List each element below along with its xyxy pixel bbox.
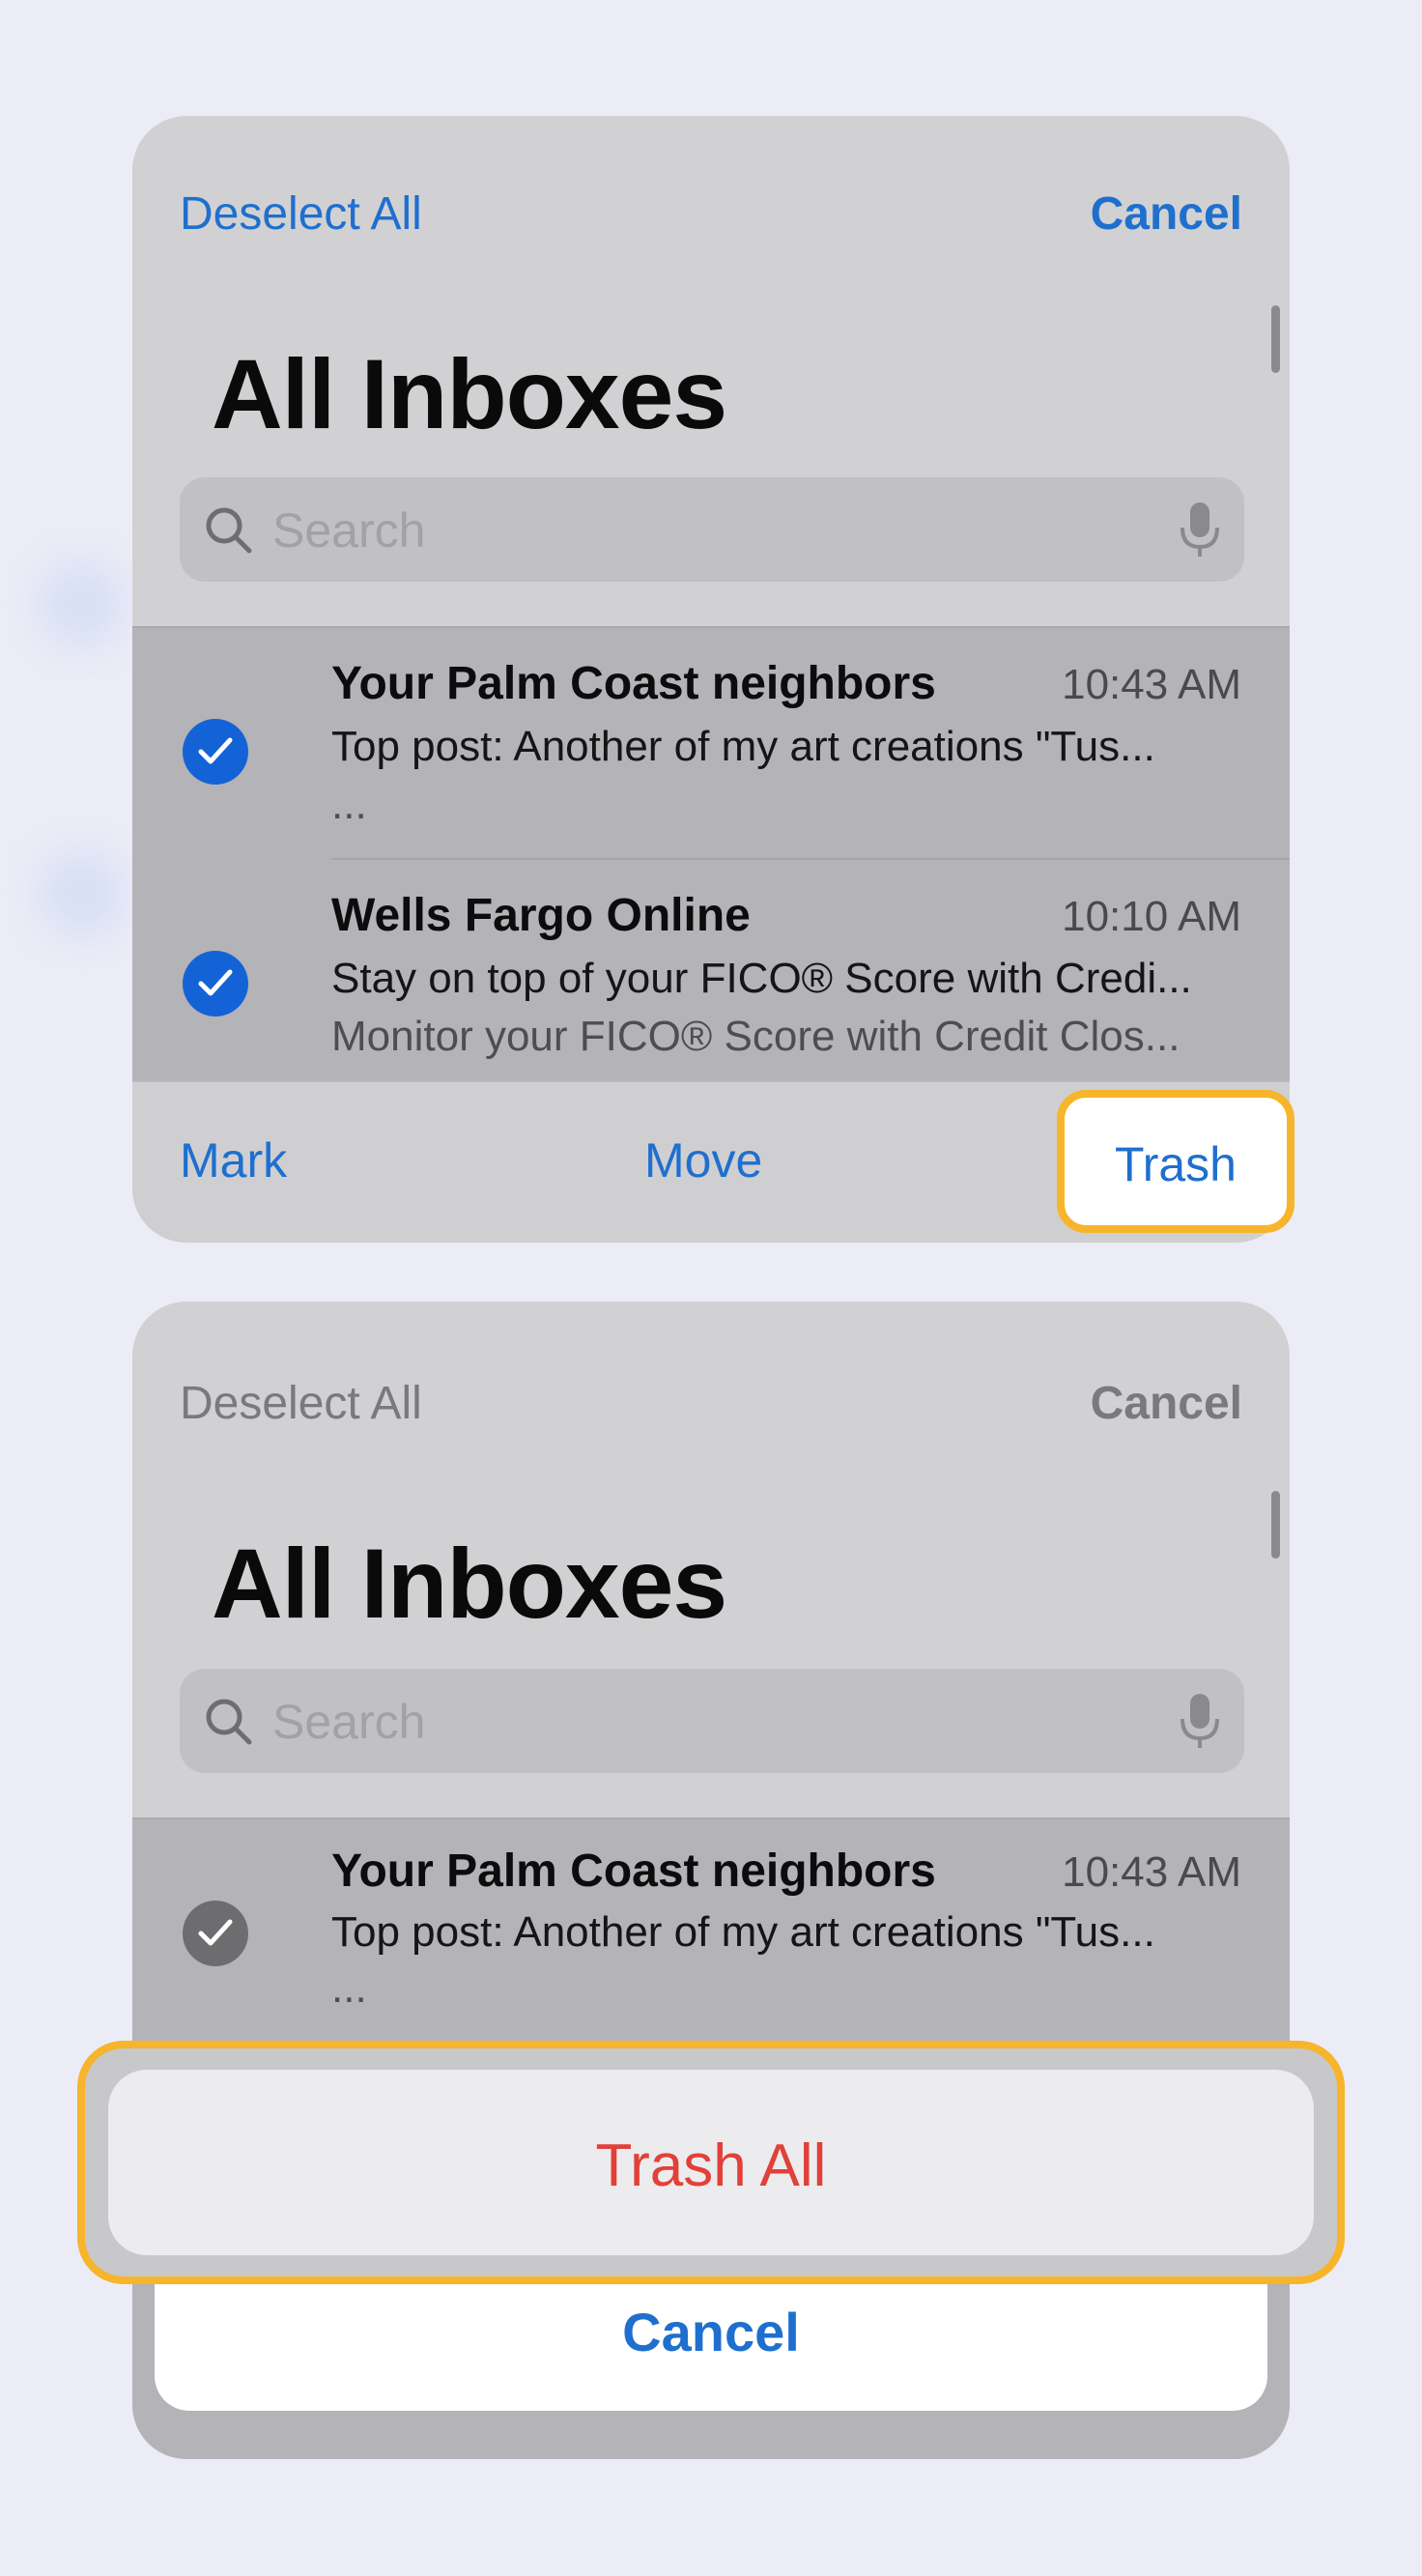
- message-list: Your Palm Coast neighbors 10:43 AM Top p…: [132, 626, 1290, 1082]
- selected-checkmark-icon[interactable]: [183, 719, 248, 785]
- scroll-indicator[interactable]: [1271, 305, 1280, 373]
- search-placeholder: Search: [272, 1695, 426, 1749]
- message-time: 10:10 AM: [1062, 893, 1241, 940]
- search-input[interactable]: Search: [180, 477, 1244, 582]
- selected-checkmark-icon: [183, 1901, 248, 1966]
- message-sender: Wells Fargo Online: [331, 890, 751, 941]
- mark-button[interactable]: Mark: [180, 1132, 287, 1188]
- message-row[interactable]: Wells Fargo Online 10:10 AM Stay on top …: [132, 860, 1290, 1090]
- trash-button-label: Trash: [1115, 1137, 1237, 1191]
- cancel-button[interactable]: Cancel: [1091, 187, 1242, 241]
- message-preview: Top post: Another of my art creations "T…: [331, 1908, 1155, 1956]
- search-icon: [206, 1699, 252, 1745]
- message-sender: Your Palm Coast neighbors: [331, 658, 936, 709]
- page-title: All Inboxes: [212, 339, 727, 449]
- message-row: Your Palm Coast neighbors 10:43 AM Top p…: [132, 1819, 1290, 2049]
- deselect-all-button[interactable]: Deselect All: [180, 187, 422, 241]
- message-preview-continued: ...: [331, 781, 367, 828]
- message-preview: Top post: Another of my art creations "T…: [331, 723, 1155, 770]
- mail-panel-selecting: Deselect All Cancel All Inboxes Search Y…: [132, 116, 1290, 1243]
- search-placeholder: Search: [272, 503, 426, 558]
- message-preview-continued: Monitor your FICO® Score with Credit Clo…: [331, 1013, 1180, 1060]
- deselect-all-button: Deselect All: [180, 1378, 422, 1429]
- search-icon: [206, 507, 252, 554]
- background-blur: [39, 560, 126, 647]
- cancel-button: Cancel: [1090, 1378, 1242, 1429]
- move-button[interactable]: Move: [644, 1132, 762, 1188]
- message-row[interactable]: Your Palm Coast neighbors 10:43 AM Top p…: [132, 628, 1290, 858]
- microphone-icon: [1180, 1694, 1219, 1748]
- message-time: 10:43 AM: [1062, 661, 1241, 708]
- action-sheet-cancel-label: Cancel: [622, 2302, 800, 2362]
- search-input: Search: [180, 1669, 1244, 1773]
- microphone-icon[interactable]: [1179, 501, 1221, 558]
- trash-button[interactable]: Trash: [1057, 1090, 1294, 1233]
- message-preview-continued: ...: [331, 1964, 367, 2012]
- message-preview: Stay on top of your FICO® Score with Cre…: [331, 955, 1192, 1002]
- message-sender: Your Palm Coast neighbors: [331, 1846, 936, 1897]
- scroll-indicator: [1271, 1491, 1280, 1559]
- background-blur: [39, 850, 126, 937]
- trash-all-button[interactable]: Trash All: [108, 2070, 1314, 2255]
- trash-all-highlight: Trash All: [77, 2041, 1345, 2284]
- mail-panel-confirm: Deselect All Cancel All Inboxes Search Y…: [132, 1302, 1290, 2459]
- selected-checkmark-icon[interactable]: [183, 951, 248, 1016]
- trash-all-label: Trash All: [595, 2132, 827, 2199]
- message-time: 10:43 AM: [1062, 1848, 1241, 1896]
- page-title: All Inboxes: [212, 1529, 727, 1639]
